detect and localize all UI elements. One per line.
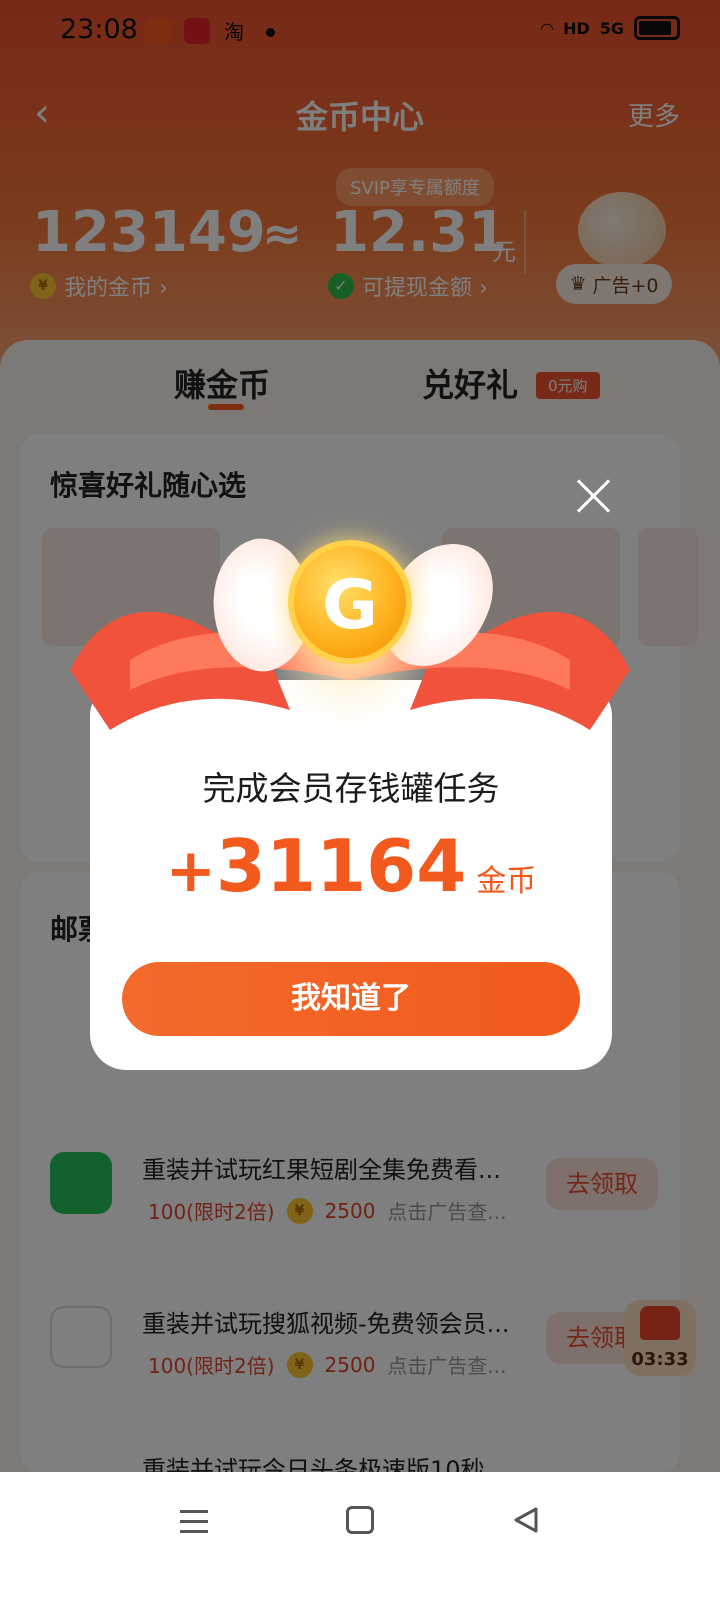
recent-apps-icon[interactable] <box>180 1510 208 1534</box>
reward-value: 31164 <box>215 824 467 908</box>
acknowledge-button[interactable]: 我知道了 <box>122 962 580 1036</box>
system-nav-bar <box>0 1472 720 1612</box>
modal-title: 完成会员存钱罐任务 <box>202 769 500 808</box>
home-icon[interactable] <box>346 1506 374 1534</box>
back-icon[interactable] <box>512 1506 540 1534</box>
close-icon[interactable] <box>576 478 612 514</box>
coin-symbol: G <box>322 566 378 645</box>
gold-coin-icon: G <box>288 540 412 664</box>
reward-amount: +31164 金币 <box>90 824 612 908</box>
reward-plus: + <box>165 836 216 906</box>
reward-unit: 金币 <box>476 864 537 899</box>
